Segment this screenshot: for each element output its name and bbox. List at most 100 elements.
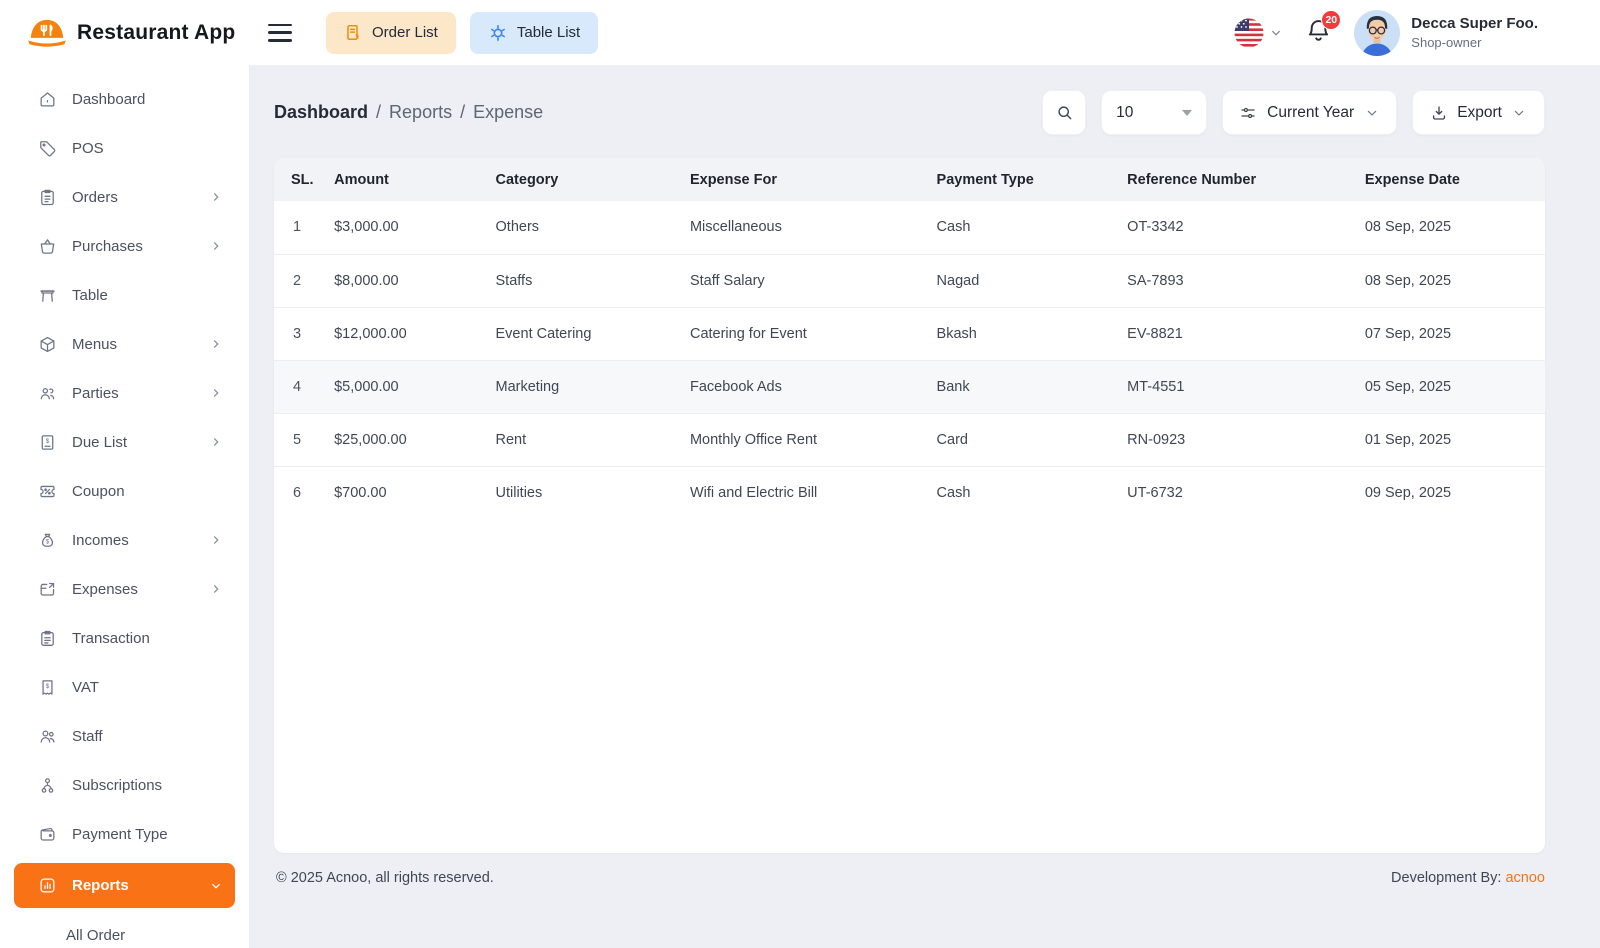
table-cell: Cash (936, 219, 971, 236)
table-cell: $8,000.00 (326, 253, 488, 307)
table-icon (38, 286, 57, 305)
receipt-icon (38, 629, 57, 648)
sidebar-item-table[interactable]: Table (14, 275, 235, 315)
search-button[interactable] (1042, 90, 1087, 135)
table-cell: 5 (274, 412, 327, 466)
chevron-right-icon (209, 239, 223, 253)
chevron-right-icon (209, 435, 223, 449)
basket-icon (38, 237, 57, 256)
sidebar-item-subscriptions[interactable]: Subscriptions (14, 765, 235, 805)
sidebar-item-purchases[interactable]: Purchases (14, 226, 235, 266)
user-role: Shop-owner (1411, 35, 1482, 50)
order-document-icon (344, 23, 363, 42)
clipboard-icon (38, 188, 57, 207)
table-cell: EV-8821 (1119, 306, 1357, 360)
breadcrumb-expense: Expense (473, 102, 544, 122)
avatar (1354, 9, 1401, 56)
table-cell: Bkash (928, 306, 1120, 360)
table-cell: $700.00 (326, 465, 488, 519)
period-select[interactable]: Current Year (1222, 90, 1398, 135)
chevron-right-icon (209, 533, 223, 547)
page-size-select[interactable]: 10 (1101, 90, 1208, 135)
table-cell: Staff Salary (681, 253, 929, 307)
sidebar-item-payment-type[interactable]: Payment Type (14, 814, 235, 854)
sidebar-item-label: Table (72, 286, 108, 304)
table-cell: Staffs (487, 253, 682, 307)
svg-text:$: $ (46, 438, 50, 445)
restaurant-logo-icon (26, 15, 68, 51)
table-header-row: SL. Amount Category Expense For Payment Type… (274, 158, 1545, 201)
hamburger-menu-icon[interactable] (268, 22, 296, 44)
table-cell: Bank (928, 359, 1120, 413)
sidebar-item-label: Orders (72, 188, 118, 206)
app-logo[interactable]: Restaurant App (0, 15, 250, 51)
breadcrumb-dashboard[interactable]: Dashboard (274, 102, 368, 123)
svg-text:$: $ (46, 682, 50, 689)
notifications-button[interactable]: 20 (1305, 9, 1342, 49)
svg-text:$: $ (46, 539, 50, 545)
chart-icon (38, 876, 57, 895)
column-header-expense-for: Expense For (681, 158, 929, 201)
sidebar-item-menus[interactable]: Menus (14, 324, 235, 364)
export-button[interactable]: Export (1412, 90, 1545, 135)
sidebar-item-label: Menus (72, 335, 118, 353)
chevron-down-icon (1514, 110, 1524, 116)
sidebar-item-incomes[interactable]: $ Incomes (14, 520, 235, 560)
sidebar-item-all-order[interactable]: All Order (0, 917, 249, 944)
language-selector[interactable] (1234, 18, 1283, 48)
sidebar-item-parties[interactable]: Parties (14, 373, 235, 413)
users-icon (38, 384, 57, 403)
table-cell: Nagad (928, 253, 1120, 307)
table-cell: 01 Sep, 2025 (1356, 412, 1545, 466)
sidebar-item-due-list[interactable]: $ Due List (14, 422, 235, 462)
table-cell: Others (495, 219, 540, 236)
sidebar-item-coupon[interactable]: Coupon (14, 471, 235, 511)
vat-icon: $ (38, 678, 57, 697)
sidebar-item-staff[interactable]: Staff (14, 716, 235, 756)
breadcrumb-reports[interactable]: Reports (389, 102, 452, 123)
table-cell: Facebook Ads (681, 359, 929, 413)
tag-icon (38, 139, 57, 158)
acnoo-link[interactable]: acnoo (1505, 870, 1545, 886)
chevron-right-icon (209, 337, 223, 351)
table-cell: $12,000.00 (326, 306, 488, 360)
sidebar-item-reports[interactable]: Reports (14, 863, 235, 908)
round-table-icon (488, 23, 508, 43)
table-cell: 3 (274, 306, 327, 360)
coupon-icon (38, 482, 57, 501)
table-cell: Marketing (487, 359, 682, 413)
sidebar-item-transaction[interactable]: Transaction (14, 618, 235, 658)
payment-icon (38, 825, 57, 844)
sidebar-item-label: Purchases (72, 237, 143, 255)
sidebar-item-pos[interactable]: POS (14, 128, 235, 168)
table-cell: Monthly Office Rent (681, 412, 929, 466)
breadcrumb-separator: / (460, 102, 466, 122)
table-cell: 4 (274, 359, 327, 413)
table-cell: SA-7893 (1119, 253, 1357, 307)
table-row: 6 $700.00 Utilities Wifi and Electric Bill C… (274, 465, 1545, 519)
sidebar-item-label: POS (72, 139, 104, 157)
period-value: Current Year (1267, 103, 1355, 121)
table-list-button[interactable]: Table List (469, 11, 599, 54)
sidebar-item-orders[interactable]: Orders (14, 177, 235, 217)
search-icon (1058, 106, 1072, 120)
table-cell: OT-3342 (1127, 219, 1184, 236)
table-cell: RN-0923 (1119, 412, 1357, 466)
sidebar-item-dashboard[interactable]: Dashboard (14, 79, 235, 119)
box-icon (38, 335, 57, 354)
expense-table-card: SL. Amount Category Expense For Payment Type… (274, 158, 1545, 853)
sidebar-item-label: Staff (72, 727, 103, 745)
table-cell: 05 Sep, 2025 (1356, 359, 1545, 413)
us-flag-icon (1234, 18, 1264, 48)
sidebar-item-expenses[interactable]: Expenses (14, 569, 235, 609)
order-list-label: Order List (372, 24, 438, 41)
table-cell: Miscellaneous (689, 219, 782, 236)
order-list-button[interactable]: Order List (326, 11, 456, 54)
user-menu[interactable]: Decca Super Foo. Shop-owner (1354, 9, 1538, 56)
sidebar: Dashboard POS Orders Purchases Table Menus Par… (0, 65, 250, 948)
people-icon (38, 727, 57, 746)
breadcrumb: Dashboard / Reports / Expense (274, 102, 543, 123)
sidebar-item-vat[interactable]: $ VAT (14, 667, 235, 707)
table-cell: 08 Sep, 2025 (1356, 253, 1545, 307)
sidebar-item-label: Parties (72, 384, 119, 402)
